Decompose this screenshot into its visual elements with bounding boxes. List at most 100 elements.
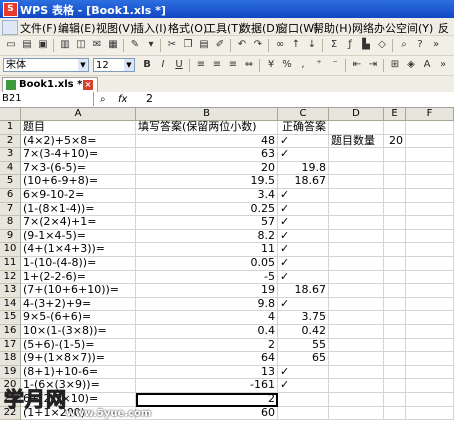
cell-e9[interactable]: [384, 229, 406, 244]
dropdown-arrow-icon[interactable]: ▾: [144, 38, 158, 52]
cell-f6[interactable]: [406, 189, 454, 203]
menu-view[interactable]: 视图(V): [96, 20, 134, 36]
cell-c3[interactable]: ✓: [278, 148, 329, 162]
cell-e20[interactable]: [384, 379, 406, 393]
cell-e8[interactable]: [384, 216, 406, 230]
cell-f13[interactable]: [406, 284, 454, 298]
tab-book1[interactable]: Book1.xls * ×: [2, 77, 98, 92]
borders-icon[interactable]: ⊞: [388, 58, 402, 72]
close-icon[interactable]: ×: [83, 80, 93, 90]
cell-f18[interactable]: [406, 352, 454, 366]
cell-b1[interactable]: 填写答案(保留两位小数): [136, 120, 278, 135]
thousands-icon[interactable]: ,: [296, 58, 310, 72]
cell-e22[interactable]: [384, 406, 406, 421]
cell-b4[interactable]: 20: [136, 161, 278, 176]
email-icon[interactable]: ✉: [90, 38, 104, 52]
row-header[interactable]: 5: [0, 175, 21, 189]
cell-f12[interactable]: [406, 270, 454, 285]
cell-d22[interactable]: [329, 406, 384, 421]
column-header-d[interactable]: D: [329, 108, 384, 121]
row-header[interactable]: 11: [0, 257, 21, 271]
font-name-select[interactable]: 宋体 ▼: [3, 58, 89, 72]
cell-a16[interactable]: 10×(1-(3×8))=: [21, 324, 136, 339]
decrease-decimal-icon[interactable]: ⁻: [328, 58, 342, 72]
export-pdf-icon[interactable]: ▦: [106, 38, 120, 52]
menu-format[interactable]: 格式(O): [168, 20, 207, 36]
hyperlink-icon[interactable]: ∞: [273, 38, 287, 52]
chart-icon[interactable]: ▙: [359, 38, 373, 52]
row-header[interactable]: 2: [0, 134, 21, 149]
cell-b15[interactable]: 4: [136, 311, 278, 325]
cell-f14[interactable]: [406, 297, 454, 312]
cell-f1[interactable]: [406, 121, 454, 135]
undo-icon[interactable]: ↶: [235, 38, 249, 52]
cell-e5[interactable]: [384, 175, 406, 189]
cell-c1[interactable]: 正确答案: [278, 120, 329, 135]
cell-f17[interactable]: [406, 338, 454, 353]
cell-e16[interactable]: [384, 325, 406, 339]
cell-c18[interactable]: 65: [278, 352, 329, 366]
cell-e12[interactable]: [384, 270, 406, 285]
name-box[interactable]: B21: [0, 92, 94, 106]
cell-f7[interactable]: [406, 202, 454, 217]
cell-d7[interactable]: [329, 202, 384, 217]
cell-d5[interactable]: [329, 175, 384, 189]
cell-d18[interactable]: [329, 352, 384, 366]
cell-b7[interactable]: 0.25: [136, 202, 278, 217]
cell-d3[interactable]: [329, 148, 384, 162]
cell-e13[interactable]: [384, 284, 406, 298]
column-header-e[interactable]: E: [384, 108, 406, 121]
cell-a13[interactable]: (7+(10+6+10))=: [21, 284, 136, 298]
row-header[interactable]: 17: [0, 338, 21, 353]
cell-b20[interactable]: -161: [136, 379, 278, 393]
cell-c17[interactable]: 55: [278, 338, 329, 353]
cell-f22[interactable]: [406, 406, 454, 421]
cell-e1[interactable]: [384, 121, 406, 135]
row-header[interactable]: 8: [0, 216, 21, 230]
decrease-indent-icon[interactable]: ⇤: [350, 58, 364, 72]
cell-c8[interactable]: ✓: [278, 216, 329, 230]
cell-c13[interactable]: 18.67: [278, 284, 329, 298]
cell-f10[interactable]: [406, 243, 454, 257]
save-icon[interactable]: ▣: [36, 38, 50, 52]
currency-icon[interactable]: ¥: [264, 58, 278, 72]
autosum-icon[interactable]: Σ: [327, 38, 341, 52]
cell-f8[interactable]: [406, 216, 454, 230]
cell-e17[interactable]: [384, 338, 406, 353]
cell-e11[interactable]: [384, 257, 406, 271]
cell-f21[interactable]: [406, 393, 454, 407]
cell-d16[interactable]: [329, 325, 384, 339]
cell-f20[interactable]: [406, 379, 454, 393]
toolbar-options-icon[interactable]: »: [429, 38, 443, 52]
cell-c22[interactable]: [278, 406, 329, 421]
cell-b8[interactable]: 57: [136, 216, 278, 230]
cell-a7[interactable]: (1-(8×1-4))=: [21, 202, 136, 217]
cell-f9[interactable]: [406, 229, 454, 244]
cell-b16[interactable]: 0.4: [136, 324, 278, 339]
cell-b3[interactable]: 63: [136, 148, 278, 162]
cell-b12[interactable]: -5: [136, 270, 278, 285]
menu-edit[interactable]: 编辑(E): [58, 20, 96, 36]
sort-descending-icon[interactable]: ↓: [305, 38, 319, 52]
fill-color-icon[interactable]: ◈: [404, 58, 418, 72]
function-icon[interactable]: fx: [118, 93, 127, 106]
cell-e6[interactable]: [384, 189, 406, 203]
cell-b17[interactable]: 2: [136, 338, 278, 353]
copy-icon[interactable]: ❐: [181, 38, 195, 52]
cell-a2[interactable]: (4×2)+5×8=: [21, 134, 136, 149]
merge-center-icon[interactable]: ⇔: [242, 58, 256, 72]
formula-input[interactable]: 2: [146, 92, 153, 106]
cell-c19[interactable]: ✓: [278, 365, 329, 380]
row-header[interactable]: 19: [0, 365, 21, 380]
cell-f11[interactable]: [406, 257, 454, 271]
cell-a6[interactable]: 6×9-10-2=: [21, 188, 136, 203]
cell-a4[interactable]: 7×3-(6-5)=: [21, 161, 136, 176]
wps-logo-icon[interactable]: [2, 20, 18, 35]
function-icon[interactable]: ƒ: [343, 38, 357, 52]
cell-d10[interactable]: [329, 243, 384, 257]
cell-a8[interactable]: 7×(2×4)+1=: [21, 216, 136, 230]
cell-e10[interactable]: [384, 243, 406, 257]
increase-indent-icon[interactable]: ⇥: [366, 58, 380, 72]
cell-a3[interactable]: 7×(3-4+10)=: [21, 148, 136, 162]
cell-d8[interactable]: [329, 216, 384, 230]
